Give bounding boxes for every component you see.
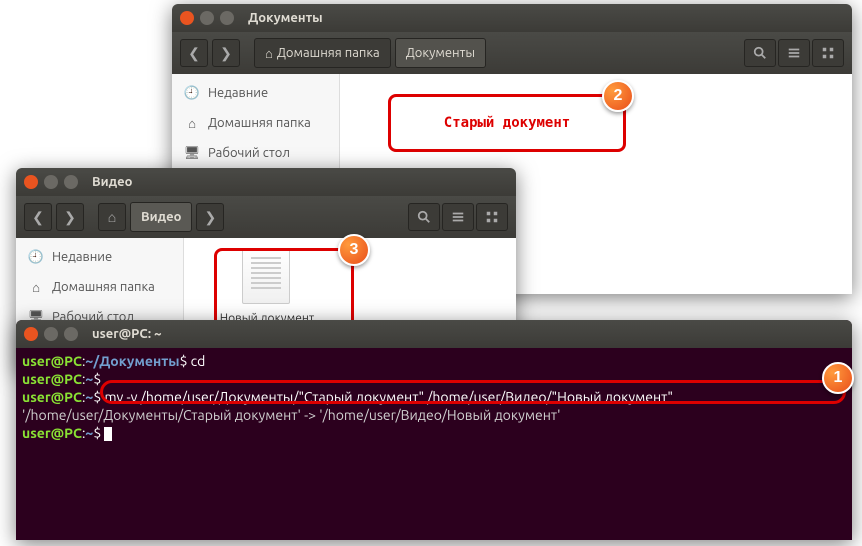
sidebar-item-recent[interactable]: 🕘 Недавние xyxy=(172,78,339,108)
sidebar-item-home[interactable]: ⌂ Домашняя папка xyxy=(172,108,339,138)
minimize-icon[interactable] xyxy=(44,327,58,341)
close-icon[interactable] xyxy=(24,327,38,341)
terminal-output[interactable]: user@PC:~/Документы$ cd user@PC:~$ user@… xyxy=(16,348,852,446)
home-icon: ⌂ xyxy=(184,115,200,131)
back-button[interactable]: ❮ xyxy=(24,203,52,231)
cursor xyxy=(104,427,112,441)
clock-icon: 🕘 xyxy=(184,85,200,101)
grid-view-button[interactable] xyxy=(476,203,508,231)
breadcrumb-home[interactable]: ⌂ Домашняя папка xyxy=(254,38,391,68)
sidebar-item-desktop[interactable]: 🖥 Рабочий стол xyxy=(172,138,339,168)
list-view-button[interactable] xyxy=(778,39,810,67)
grid-view-button[interactable] xyxy=(812,39,844,67)
desktop-icon: 🖥 xyxy=(184,145,200,161)
callout-3: 3 xyxy=(338,234,370,266)
titlebar[interactable]: Документы xyxy=(172,4,852,32)
toolbar: ❮ ❯ ⌂ Домашняя папка Документы xyxy=(172,32,852,74)
home-icon: ⌂ xyxy=(28,279,44,295)
callout-1: 1 xyxy=(822,362,854,394)
terminal-title: user@PC: ~ xyxy=(92,327,162,341)
titlebar[interactable]: user@PC: ~ xyxy=(16,320,852,348)
file-item[interactable] xyxy=(230,244,302,308)
breadcrumb-current[interactable]: Видео xyxy=(130,202,192,232)
back-button[interactable]: ❮ xyxy=(180,39,208,67)
sidebar-item-recent[interactable]: 🕘 Недавние xyxy=(16,242,183,272)
chevron-right-icon[interactable]: ❯ xyxy=(196,203,224,231)
toolbar: ❮ ❯ ⌂ Видео ❯ xyxy=(16,196,516,238)
forward-button[interactable]: ❯ xyxy=(56,203,84,231)
maximize-icon[interactable] xyxy=(64,327,78,341)
close-icon[interactable] xyxy=(180,11,194,25)
sidebar-item-home[interactable]: ⌂ Домашняя папка xyxy=(16,272,183,302)
document-icon xyxy=(242,248,290,304)
callout-2: 2 xyxy=(602,80,634,112)
window-title: Видео xyxy=(92,175,132,189)
search-button[interactable] xyxy=(408,203,440,231)
list-view-button[interactable] xyxy=(442,203,474,231)
minimize-icon[interactable] xyxy=(200,11,214,25)
breadcrumb-current[interactable]: Документы xyxy=(395,38,486,68)
home-icon: ⌂ xyxy=(265,46,273,61)
minimize-icon[interactable] xyxy=(44,175,58,189)
clock-icon: 🕘 xyxy=(28,249,44,265)
maximize-icon[interactable] xyxy=(220,11,234,25)
titlebar[interactable]: Видео xyxy=(16,168,516,196)
forward-button[interactable]: ❯ xyxy=(212,39,240,67)
maximize-icon[interactable] xyxy=(64,175,78,189)
home-path-button[interactable]: ⌂ xyxy=(98,203,126,231)
terminal-window: user@PC: ~ user@PC:~/Документы$ cd user@… xyxy=(16,320,852,540)
close-icon[interactable] xyxy=(24,175,38,189)
search-button[interactable] xyxy=(744,39,776,67)
window-title: Документы xyxy=(248,11,323,25)
